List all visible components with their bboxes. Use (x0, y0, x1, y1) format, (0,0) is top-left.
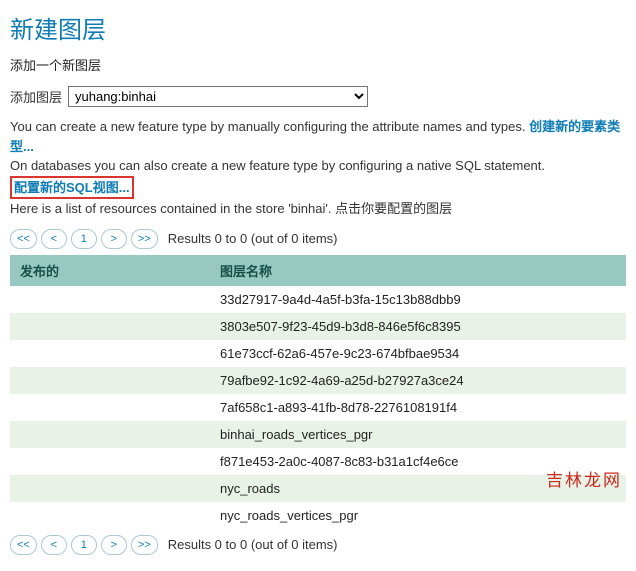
cell-published (10, 502, 210, 529)
pager-prev-button[interactable]: < (41, 229, 67, 249)
cell-layer-name[interactable]: 61e73ccf-62a6-457e-9c23-674bfbae9534 (210, 340, 626, 367)
cell-published (10, 475, 210, 502)
pager-first-button[interactable]: << (10, 535, 37, 555)
pager-next-button[interactable]: > (101, 229, 127, 249)
cell-published (10, 448, 210, 475)
cell-layer-name[interactable]: 7af658c1-a893-41fb-8d78-2276108191f4 (210, 394, 626, 421)
pager-page-button[interactable]: 1 (71, 229, 97, 249)
cell-layer-name[interactable]: 3803e507-9f23-45d9-b3d8-846e5f6c8395 (210, 313, 626, 340)
pager-first-button[interactable]: << (10, 229, 37, 249)
col-header-published[interactable]: 发布的 (10, 255, 210, 286)
cell-published (10, 286, 210, 313)
cell-layer-name[interactable]: 79afbe92-1c92-4a69-a25d-b27927a3ce24 (210, 367, 626, 394)
table-row: 3803e507-9f23-45d9-b3d8-846e5f6c8395 (10, 313, 626, 340)
info-text-1: You can create a new feature type by man… (10, 119, 529, 134)
info-text-3: Here is a list of resources contained in… (10, 199, 626, 219)
pager-results-text: Results 0 to 0 (out of 0 items) (168, 231, 338, 246)
info-text-2: On databases you can also create a new f… (10, 158, 545, 173)
page-title: 新建图层 (10, 10, 626, 45)
table-row: binhai_roads_vertices_pgr (10, 421, 626, 448)
sql-view-highlight-box: 配置新的SQL视图... (10, 176, 134, 200)
watermark: 吉林龙网 (546, 466, 622, 491)
cell-published (10, 340, 210, 367)
add-layer-label: 添加图层 (10, 87, 62, 106)
page-subtitle: 添加一个新图层 (10, 55, 626, 74)
table-row: 33d27917-9a4d-4a5f-b3fa-15c13b88dbb9 (10, 286, 626, 313)
cell-layer-name[interactable]: 33d27917-9a4d-4a5f-b3fa-15c13b88dbb9 (210, 286, 626, 313)
pager-last-button[interactable]: >> (131, 535, 158, 555)
cell-published (10, 367, 210, 394)
pager-results-text: Results 0 to 0 (out of 0 items) (168, 537, 338, 552)
table-row: 61e73ccf-62a6-457e-9c23-674bfbae9534 (10, 340, 626, 367)
add-layer-row: 添加图层 yuhang:binhai (10, 86, 626, 107)
cell-published (10, 421, 210, 448)
layers-table: 发布的 图层名称 33d27917-9a4d-4a5f-b3fa-15c13b8… (10, 255, 626, 529)
add-layer-select[interactable]: yuhang:binhai (68, 86, 368, 107)
pager-bottom: << < 1 > >> Results 0 to 0 (out of 0 ite… (10, 535, 626, 555)
table-row: 79afbe92-1c92-4a69-a25d-b27927a3ce24 (10, 367, 626, 394)
pager-next-button[interactable]: > (101, 535, 127, 555)
info-block: You can create a new feature type by man… (10, 117, 626, 219)
col-header-layer-name[interactable]: 图层名称 (210, 255, 626, 286)
cell-layer-name[interactable]: nyc_roads_vertices_pgr (210, 502, 626, 529)
pager-page-button[interactable]: 1 (71, 535, 97, 555)
configure-sql-view-link[interactable]: 配置新的SQL视图... (14, 180, 130, 195)
table-row: nyc_roads_vertices_pgr (10, 502, 626, 529)
pager-last-button[interactable]: >> (131, 229, 158, 249)
pager-prev-button[interactable]: < (41, 535, 67, 555)
table-row: f871e453-2a0c-4087-8c83-b31a1cf4e6ce (10, 448, 626, 475)
cell-published (10, 313, 210, 340)
cell-layer-name[interactable]: binhai_roads_vertices_pgr (210, 421, 626, 448)
table-row: 7af658c1-a893-41fb-8d78-2276108191f4 (10, 394, 626, 421)
pager-top: << < 1 > >> Results 0 to 0 (out of 0 ite… (10, 229, 626, 249)
table-row: nyc_roads (10, 475, 626, 502)
cell-published (10, 394, 210, 421)
